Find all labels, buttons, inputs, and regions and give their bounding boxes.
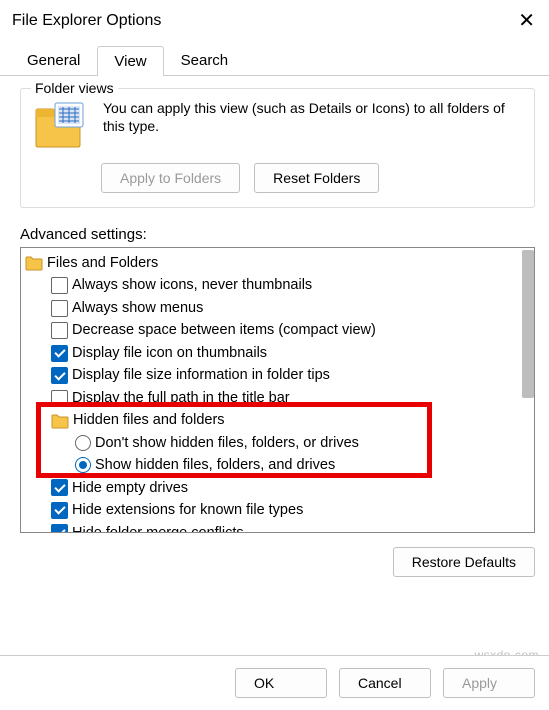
close-icon[interactable]: ✕ (518, 8, 535, 33)
tree-label: Files and Folders (47, 252, 158, 274)
checkbox[interactable] (51, 479, 68, 496)
tree-label: Display file icon on thumbnails (72, 342, 267, 364)
apply-to-folders-button[interactable]: Apply to Folders (101, 163, 240, 193)
tree-item[interactable]: Display file icon on thumbnails (23, 342, 532, 364)
window-title: File Explorer Options (12, 12, 161, 30)
tree-radio-item[interactable]: Don't show hidden files, folders, or dri… (23, 432, 532, 454)
advanced-settings-tree: Files and Folders Always show icons, nev… (20, 247, 535, 533)
folder-icon (25, 255, 43, 271)
tree-label: Always show icons, never thumbnails (72, 274, 312, 296)
cancel-button[interactable]: Cancel (339, 668, 431, 698)
tree-item[interactable]: Always show menus (23, 297, 532, 319)
checkbox[interactable] (51, 390, 68, 407)
tree-item[interactable]: Display file size information in folder … (23, 364, 532, 386)
tree-label: Show hidden files, folders, and drives (95, 454, 335, 476)
checkbox[interactable] (51, 300, 68, 317)
tree-label: Display the full path in the title bar (72, 387, 290, 409)
tree-label: Decrease space between items (compact vi… (72, 319, 376, 341)
tree-item[interactable]: Hide extensions for known file types (23, 499, 532, 521)
folder-options-icon (33, 99, 89, 151)
folder-views-text: You can apply this view (such as Details… (103, 99, 522, 151)
tree-label: Hide empty drives (72, 477, 188, 499)
radio[interactable] (75, 435, 91, 451)
scrollbar-thumb[interactable] (522, 250, 534, 398)
tree-label: Hidden files and folders (73, 409, 225, 431)
reset-folders-button[interactable]: Reset Folders (254, 163, 379, 193)
apply-button[interactable]: Apply (443, 668, 535, 698)
checkbox[interactable] (51, 322, 68, 339)
tree-item[interactable]: Display the full path in the title bar (23, 387, 532, 409)
checkbox[interactable] (51, 524, 68, 533)
tree-item[interactable]: Hide folder merge conflicts (23, 522, 532, 533)
radio[interactable] (75, 457, 91, 473)
advanced-settings-label: Advanced settings: (20, 226, 549, 243)
tab-general[interactable]: General (10, 45, 97, 75)
tree-label: Don't show hidden files, folders, or dri… (95, 432, 359, 454)
tab-bar: General View Search (0, 39, 549, 76)
tab-search[interactable]: Search (164, 45, 246, 75)
folder-icon (51, 413, 69, 429)
tree-folder-hidden[interactable]: Hidden files and folders (23, 409, 532, 431)
dialog-buttons: OK Cancel Apply (0, 655, 549, 710)
tree-item[interactable]: Hide empty drives (23, 477, 532, 499)
tree-item[interactable]: Always show icons, never thumbnails (23, 274, 532, 296)
folder-views-label: Folder views (31, 80, 118, 96)
tree-radio-item[interactable]: Show hidden files, folders, and drives (23, 454, 532, 476)
checkbox[interactable] (51, 367, 68, 384)
tree-label: Always show menus (72, 297, 203, 319)
checkbox[interactable] (51, 502, 68, 519)
tree-label: Hide folder merge conflicts (72, 522, 244, 533)
tree-label: Hide extensions for known file types (72, 499, 303, 521)
tab-view[interactable]: View (97, 46, 163, 76)
tree-label: Display file size information in folder … (72, 364, 330, 386)
tree-folder-files[interactable]: Files and Folders (23, 252, 532, 274)
ok-button[interactable]: OK (235, 668, 327, 698)
checkbox[interactable] (51, 345, 68, 362)
restore-defaults-button[interactable]: Restore Defaults (393, 547, 535, 577)
checkbox[interactable] (51, 277, 68, 294)
folder-views-group: Folder views You can apply this view (su… (20, 88, 535, 208)
tree-item[interactable]: Decrease space between items (compact vi… (23, 319, 532, 341)
